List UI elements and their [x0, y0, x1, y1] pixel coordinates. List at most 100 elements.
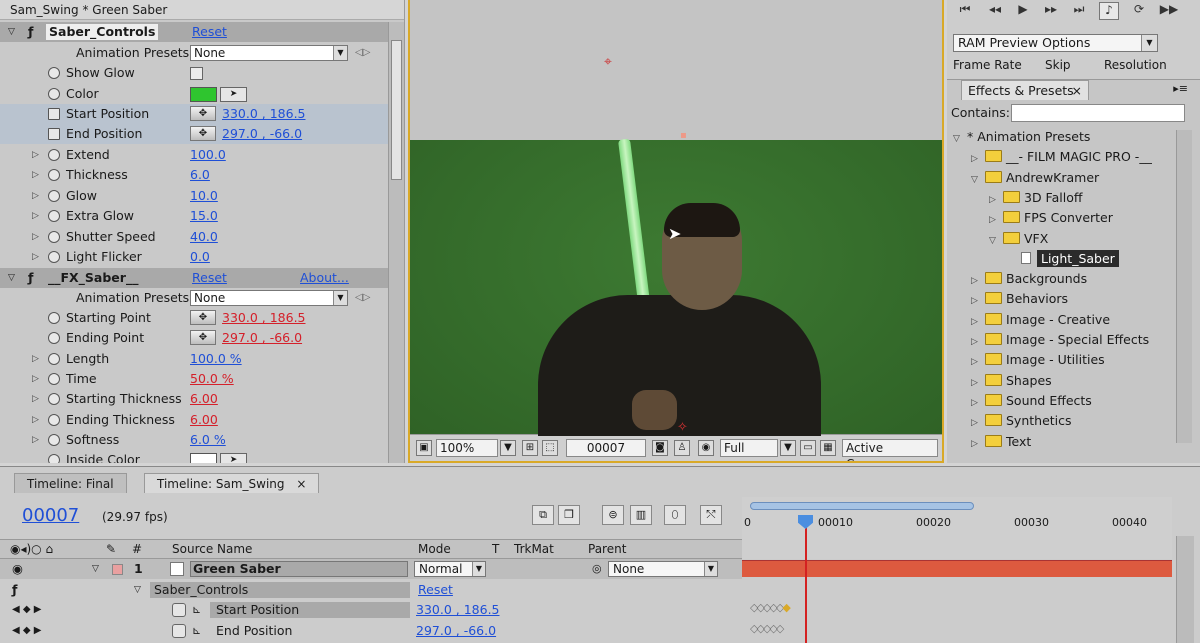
- expand-triangle-icon[interactable]: ▷: [971, 434, 985, 454]
- end-point-marker-icon[interactable]: ▪: [680, 130, 687, 141]
- tree-item[interactable]: ▷ Image - Utilities: [971, 350, 1105, 370]
- av-switches-icon[interactable]: ◉◂)○ ⌂: [10, 540, 53, 558]
- stopwatch-icon[interactable]: [48, 190, 60, 202]
- tree-item[interactable]: ▷ Backgrounds: [971, 269, 1087, 289]
- timeline-scrollbar[interactable]: [1176, 536, 1194, 643]
- prop-value[interactable]: 330.0 , 186.5: [222, 308, 306, 328]
- expand-triangle-icon[interactable]: ▷: [32, 206, 39, 226]
- fx-icon[interactable]: ƒ: [28, 22, 33, 42]
- reset-link[interactable]: Reset: [192, 268, 227, 288]
- effect-group-saber-controls[interactable]: ▽ ƒ Saber_Controls Reset: [0, 22, 388, 42]
- first-frame-icon[interactable]: ⏮: [955, 2, 975, 20]
- property-value[interactable]: 297.0 , -66.0: [416, 621, 496, 641]
- graph-editor-icon[interactable]: ⤲: [700, 505, 722, 525]
- stopwatch-icon[interactable]: [48, 312, 60, 324]
- prop-value[interactable]: 6.00: [190, 410, 218, 430]
- ram-preview-icon[interactable]: ▶▶: [1159, 2, 1179, 20]
- expand-triangle-icon[interactable]: ▷: [971, 413, 985, 433]
- tab-timeline-final[interactable]: Timeline: Final: [14, 473, 127, 493]
- prop-start-position[interactable]: Start Position ✥ 330.0 , 186.5: [0, 104, 388, 124]
- transparency-grid-icon[interactable]: ▦: [820, 440, 836, 456]
- reset-link[interactable]: Reset: [418, 580, 453, 600]
- expand-triangle-icon[interactable]: ▽: [134, 580, 141, 600]
- show-glow-checkbox[interactable]: [190, 67, 203, 80]
- expand-triangle-icon[interactable]: ▷: [989, 210, 1003, 230]
- tree-item[interactable]: ▷ Sound Effects: [971, 391, 1092, 411]
- chevron-down-icon[interactable]: ▼: [500, 440, 516, 456]
- prop-value[interactable]: 100.0 %: [190, 349, 242, 369]
- collapse-toggle-icon[interactable]: ▽: [8, 268, 15, 288]
- expand-triangle-icon[interactable]: ▷: [32, 145, 39, 165]
- expand-triangle-icon[interactable]: ▷: [32, 349, 39, 369]
- stopwatch-icon[interactable]: [48, 210, 60, 222]
- crosshair-target-icon[interactable]: ⌖: [604, 54, 612, 70]
- hide-shy-layers-icon[interactable]: ▥: [630, 505, 652, 525]
- expand-triangle-icon[interactable]: ▷: [32, 247, 39, 267]
- draft-3d-icon[interactable]: ⊜: [602, 505, 624, 525]
- expand-triangle-icon[interactable]: ▷: [32, 369, 39, 389]
- prop-value[interactable]: 6.00: [190, 389, 218, 409]
- current-time-indicator[interactable]: [805, 516, 807, 643]
- scrollbar-thumb[interactable]: [391, 40, 402, 180]
- tab-effects-presets[interactable]: Effects & Presets ×: [961, 80, 1089, 100]
- loop-icon[interactable]: ⟳: [1129, 2, 1149, 20]
- expand-triangle-icon[interactable]: ▽: [989, 231, 1003, 251]
- effects-scrollbar[interactable]: [1176, 130, 1192, 443]
- keyframe-nav-icon[interactable]: ◀ ◆ ▶: [12, 600, 41, 620]
- close-icon[interactable]: ×: [296, 477, 306, 491]
- contains-search-input[interactable]: [1011, 104, 1185, 122]
- crosshair-icon[interactable]: ✥: [190, 310, 216, 325]
- work-area-bar[interactable]: [750, 502, 974, 510]
- ram-preview-options-dropdown[interactable]: RAM Preview Options ▼: [953, 34, 1158, 52]
- crosshair-icon[interactable]: ✥: [190, 126, 216, 141]
- layer-mode-dropdown[interactable]: Normal ▼: [414, 561, 486, 577]
- column-mode[interactable]: Mode: [418, 540, 451, 558]
- reset-link[interactable]: Reset: [192, 22, 227, 42]
- effect-row[interactable]: ƒ ▽ Saber_Controls Reset: [0, 580, 742, 600]
- animation-presets-dropdown[interactable]: None ▼: [190, 45, 348, 61]
- stopwatch-icon[interactable]: [48, 169, 60, 181]
- fx-icon[interactable]: ƒ: [28, 268, 33, 288]
- stopwatch-icon[interactable]: [48, 332, 60, 344]
- always-preview-icon[interactable]: ▣: [416, 440, 432, 456]
- stopwatch-icon[interactable]: [172, 603, 186, 617]
- tab-timeline-sam-swing[interactable]: Timeline: Sam_Swing ×: [144, 473, 320, 493]
- preset-nav-arrows-icon[interactable]: ◁▷: [355, 288, 370, 308]
- tree-item[interactable]: ▷ Shapes: [971, 371, 1052, 391]
- prop-value[interactable]: 40.0: [190, 227, 218, 247]
- property-value[interactable]: 330.0 , 186.5: [416, 600, 500, 620]
- tree-item[interactable]: ▷ Behaviors: [971, 289, 1068, 309]
- property-row[interactable]: ◀ ◆ ▶ ⊾ Start Position 330.0 , 186.5: [0, 600, 742, 620]
- stopwatch-icon[interactable]: [48, 353, 60, 365]
- prop-value[interactable]: 330.0 , 186.5: [222, 104, 306, 124]
- prop-value[interactable]: 6.0 %: [190, 430, 226, 450]
- expand-triangle-icon[interactable]: ▷: [971, 393, 985, 413]
- stopwatch-icon[interactable]: [172, 624, 186, 638]
- stopwatch-icon[interactable]: [48, 454, 60, 463]
- pick-whip-icon[interactable]: ◎: [592, 559, 602, 579]
- stopwatch-icon[interactable]: [48, 393, 60, 405]
- graph-icon[interactable]: ⊾: [192, 621, 201, 641]
- tree-item[interactable]: ▷ Image - Creative: [971, 310, 1110, 330]
- expand-triangle-icon[interactable]: ▷: [32, 410, 39, 430]
- play-icon[interactable]: ▶: [1013, 2, 1033, 20]
- timeline-current-time[interactable]: 00007: [22, 505, 79, 526]
- stopwatch-icon[interactable]: [48, 434, 60, 446]
- inside-color-swatch[interactable]: [190, 453, 217, 463]
- camera-view-dropdown[interactable]: Active Camera: [842, 439, 938, 461]
- prop-value[interactable]: 0.0: [190, 247, 210, 267]
- panel-menu-icon[interactable]: ▸≡: [1173, 82, 1188, 95]
- about-link[interactable]: About...: [300, 268, 349, 288]
- tree-item[interactable]: ▷ Image - Special Effects: [971, 330, 1149, 350]
- current-time-field[interactable]: 00007: [566, 439, 646, 457]
- color-swatch[interactable]: [190, 87, 217, 102]
- stopwatch-icon[interactable]: [48, 251, 60, 263]
- expand-triangle-icon[interactable]: ▽: [92, 559, 99, 579]
- prop-value[interactable]: 100.0: [190, 145, 226, 165]
- layer-row[interactable]: ◉ ▽ 1 Green Saber Normal ▼ ◎ None ▼: [0, 559, 742, 579]
- show-snapshot-icon[interactable]: ♙: [674, 440, 690, 456]
- prop-value[interactable]: 10.0: [190, 186, 218, 206]
- stopwatch-icon[interactable]: [48, 149, 60, 161]
- eyedropper-icon[interactable]: ➤: [220, 87, 247, 102]
- label-icon[interactable]: ✎: [106, 540, 116, 558]
